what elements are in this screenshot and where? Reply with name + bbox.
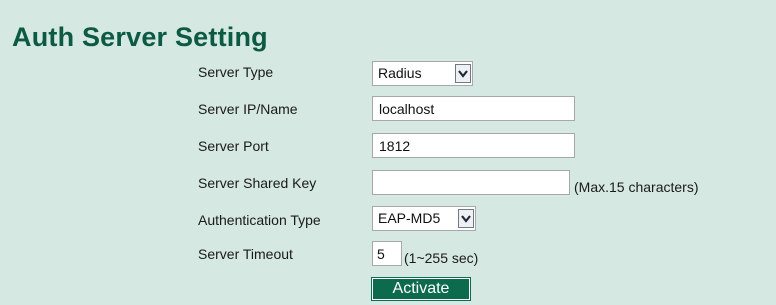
shared-key-input[interactable] [372, 170, 570, 195]
auth-type-select[interactable]: EAP-MD5 [372, 206, 476, 231]
shared-key-label: Server Shared Key [198, 175, 317, 191]
page-title: Auth Server Setting [12, 22, 268, 52]
server-ip-label: Server IP/Name [198, 101, 298, 117]
shared-key-note: (Max.15 characters) [574, 179, 699, 195]
server-port-label: Server Port [198, 138, 269, 154]
activate-button[interactable]: Activate [371, 277, 471, 301]
timeout-note: (1~255 sec) [404, 250, 479, 266]
server-port-input[interactable]: 1812 [372, 133, 575, 158]
server-type-value: Radius [378, 65, 422, 81]
timeout-input[interactable]: 5 [372, 241, 402, 266]
server-type-label: Server Type [198, 64, 274, 80]
server-type-select[interactable]: Radius [372, 61, 473, 86]
chevron-down-icon[interactable] [455, 64, 471, 83]
auth-type-value: EAP-MD5 [378, 210, 441, 226]
timeout-label: Server Timeout [198, 246, 293, 262]
server-ip-input[interactable]: localhost [372, 96, 575, 121]
auth-type-label: Authentication Type [198, 212, 321, 228]
chevron-down-icon[interactable] [458, 209, 474, 228]
